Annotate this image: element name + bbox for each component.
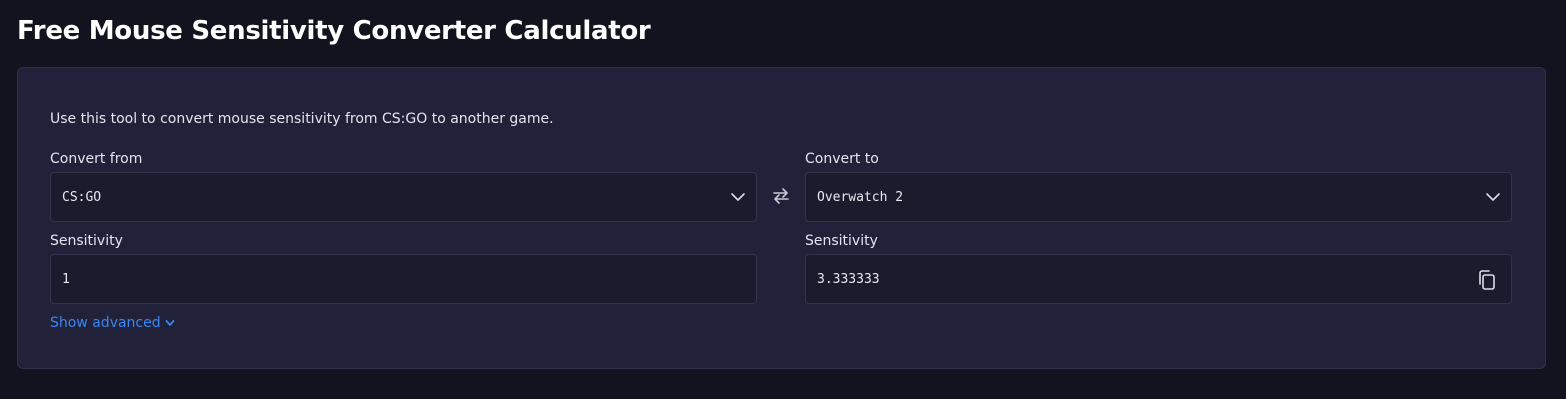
copy-icon[interactable] (1477, 269, 1497, 291)
chevron-down-icon (1486, 193, 1500, 201)
convert-to-select[interactable]: Overwatch 2 (805, 172, 1512, 222)
convert-from-value: CS:GO (62, 189, 102, 205)
chevron-down-icon (165, 320, 175, 326)
swap-arrows-icon[interactable] (771, 187, 791, 205)
show-advanced-label: Show advanced (50, 315, 161, 331)
convert-to-value: Overwatch 2 (817, 189, 904, 205)
convert-from-label: Convert from (50, 151, 143, 167)
convert-from-select[interactable]: CS:GO (50, 172, 757, 222)
show-advanced-link[interactable]: Show advanced (50, 315, 175, 331)
page-title: Free Mouse Sensitivity Converter Calcula… (17, 16, 651, 46)
to-sensitivity-label: Sensitivity (805, 233, 878, 249)
to-sensitivity-output: 3.333333 (805, 254, 1512, 304)
from-sensitivity-value: 1 (62, 271, 70, 287)
converter-description: Use this tool to convert mouse sensitivi… (50, 111, 554, 127)
from-sensitivity-input[interactable]: 1 (50, 254, 757, 304)
convert-to-label: Convert to (805, 151, 879, 167)
to-sensitivity-value: 3.333333 (817, 271, 880, 287)
chevron-down-icon (731, 193, 745, 201)
from-sensitivity-label: Sensitivity (50, 233, 123, 249)
converter-card: Use this tool to convert mouse sensitivi… (17, 67, 1546, 369)
